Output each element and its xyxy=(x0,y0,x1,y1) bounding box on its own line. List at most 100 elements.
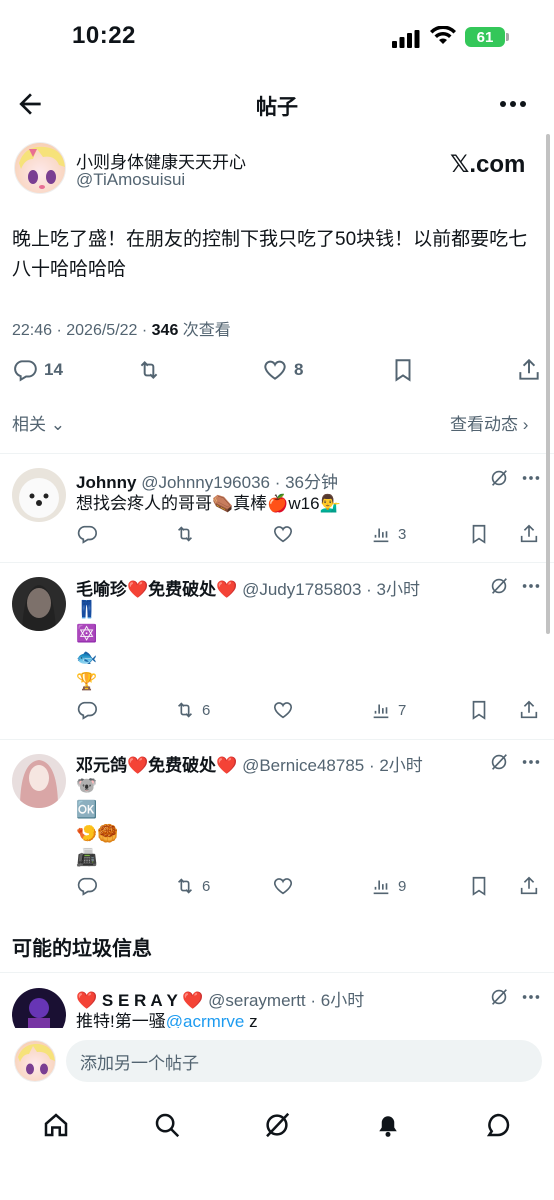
heart-icon xyxy=(272,699,294,721)
reply-avatar[interactable] xyxy=(12,468,66,522)
reply-header: Johnny @Johnny196036 · 36分钟 xyxy=(76,468,338,493)
retweet-icon xyxy=(174,523,196,545)
bookmark-icon xyxy=(468,875,490,897)
bookmark-button[interactable] xyxy=(468,699,490,721)
views-icon xyxy=(370,523,392,545)
scrollbar[interactable] xyxy=(546,134,550,634)
view-activity-label: 查看动态 xyxy=(450,415,518,434)
share-icon xyxy=(518,699,540,721)
reply-icon xyxy=(76,875,98,897)
divider xyxy=(0,739,554,740)
divider xyxy=(0,453,554,454)
home-icon[interactable] xyxy=(41,1110,71,1140)
like-button[interactable]: 8 xyxy=(262,357,303,383)
reply-text: 想找会疼人的哥哥⚰️真棒🍎w16💁‍♂️ xyxy=(76,492,341,516)
retweet-icon xyxy=(136,357,162,383)
reply-avatar[interactable] xyxy=(12,577,66,631)
notifications-icon[interactable] xyxy=(373,1110,403,1140)
reply-text: 🐨 🆗 🍤🥮 📠 xyxy=(76,774,118,870)
more-options-icon[interactable] xyxy=(520,986,542,1008)
share-button[interactable] xyxy=(518,699,540,721)
reply-author-handle[interactable]: @seraymertt · 6小时 xyxy=(208,991,364,1010)
share-icon xyxy=(518,875,540,897)
reply-author-handle[interactable]: @Bernice48785 · 2小时 xyxy=(242,756,423,775)
reply-author-name[interactable]: ❤️ S E R A Y ❤️ xyxy=(76,991,203,1010)
reply-line: 想找会疼人的哥哥⚰️真棒🍎w16💁‍♂️ xyxy=(76,494,341,513)
more-options-icon[interactable] xyxy=(520,751,542,773)
more-options-icon[interactable] xyxy=(496,90,530,118)
retweet-icon xyxy=(174,875,196,897)
cellular-signal-icon xyxy=(392,30,420,48)
reply-line: 🏆 xyxy=(76,672,98,691)
divider xyxy=(0,562,554,563)
bookmark-button[interactable] xyxy=(468,523,490,545)
grok-icon[interactable] xyxy=(488,467,510,489)
retweet-count: 6 xyxy=(202,877,211,895)
author-handle[interactable]: @TiAmosuisui xyxy=(76,170,185,190)
more-options-icon[interactable] xyxy=(520,467,542,489)
spam-section-title: 可能的垃圾信息 xyxy=(12,938,152,960)
heart-icon xyxy=(272,875,294,897)
reply-button[interactable] xyxy=(76,699,98,721)
reply-icon xyxy=(12,357,38,383)
reply-line: 🔯 xyxy=(76,624,98,643)
grok-icon[interactable] xyxy=(488,575,510,597)
grok-icon[interactable] xyxy=(488,751,510,773)
view-activity-link[interactable]: 查看动态 › xyxy=(450,410,528,435)
views-icon xyxy=(370,699,392,721)
share-button[interactable] xyxy=(518,875,540,897)
bookmark-button[interactable] xyxy=(468,875,490,897)
reply-line: 📠 xyxy=(76,848,98,867)
views-button[interactable]: 9 xyxy=(370,875,406,897)
views-count: 3 xyxy=(398,525,407,543)
battery-tip xyxy=(506,33,509,41)
author-avatar[interactable] xyxy=(14,142,66,194)
reply-author-name[interactable]: 毛喻珍❤️免费破处❤️ xyxy=(76,580,237,599)
views-button[interactable]: 7 xyxy=(370,699,406,721)
views-count: 346 xyxy=(151,322,179,339)
page-title: 帖子 xyxy=(256,96,298,119)
like-button[interactable] xyxy=(272,699,294,721)
views-button[interactable]: 3 xyxy=(370,523,406,545)
bookmark-icon xyxy=(468,523,490,545)
bookmark-icon xyxy=(390,357,416,383)
reply-author-handle[interactable]: @Judy1785803 · 3小时 xyxy=(242,580,420,599)
grok-icon[interactable] xyxy=(262,1110,292,1140)
reply-avatar[interactable] xyxy=(12,754,66,808)
reply-button[interactable] xyxy=(76,875,98,897)
reply-text: 👖 🔯 🐟 🏆 xyxy=(76,598,97,694)
retweet-button[interactable] xyxy=(174,523,202,545)
related-dropdown[interactable]: 相关 ⌄ xyxy=(12,410,65,435)
like-button[interactable] xyxy=(272,875,294,897)
retweet-button[interactable]: 6 xyxy=(174,875,210,897)
reply-author-handle[interactable]: @Johnny196036 · 36分钟 xyxy=(141,473,338,492)
bookmark-button[interactable] xyxy=(390,357,416,383)
reply-count: 14 xyxy=(44,360,63,379)
reply-button[interactable] xyxy=(76,523,98,545)
more-options-icon[interactable] xyxy=(520,575,542,597)
reply-line: 🍤🥮 xyxy=(76,824,119,843)
share-button[interactable] xyxy=(518,523,540,545)
reply-button[interactable]: 14 xyxy=(12,357,63,383)
chevron-right-icon: › xyxy=(518,415,529,434)
heart-icon xyxy=(262,357,288,383)
reply-author-name[interactable]: Johnny xyxy=(76,473,136,492)
retweet-button[interactable]: 6 xyxy=(174,699,210,721)
share-button[interactable] xyxy=(516,357,542,383)
status-time: 10:22 xyxy=(72,22,136,49)
reply-input[interactable]: 添加另一个帖子 xyxy=(66,1040,542,1082)
views-count: 9 xyxy=(398,877,407,895)
retweet-count: 6 xyxy=(202,701,211,719)
share-icon xyxy=(518,523,540,545)
views-label: 次查看 xyxy=(178,322,231,339)
retweet-button[interactable] xyxy=(136,357,168,383)
reply-line: 🆗 xyxy=(76,800,98,819)
search-icon[interactable] xyxy=(152,1110,182,1140)
reply-author-name[interactable]: 邓元鸽❤️免费破处❤️ xyxy=(76,756,237,775)
reply-header: 毛喻珍❤️免费破处❤️ @Judy1785803 · 3小时 xyxy=(76,575,420,600)
bookmark-icon xyxy=(468,699,490,721)
like-button[interactable] xyxy=(272,523,294,545)
wifi-icon xyxy=(430,25,456,46)
grok-icon[interactable] xyxy=(488,986,510,1008)
messages-icon[interactable] xyxy=(483,1110,513,1140)
